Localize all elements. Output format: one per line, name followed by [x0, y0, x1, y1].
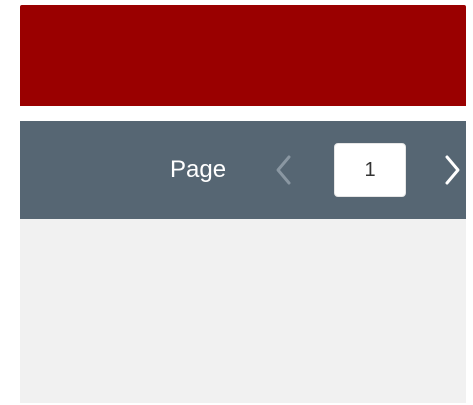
page-number-input[interactable]	[334, 143, 406, 197]
content-area	[20, 219, 466, 403]
chevron-left-icon	[276, 155, 291, 185]
chevron-right-icon	[445, 155, 460, 185]
next-page-button[interactable]	[438, 121, 466, 219]
previous-page-button[interactable]	[269, 121, 299, 219]
widget-frame: Page	[20, 5, 466, 403]
pagination-bar: Page	[20, 121, 466, 219]
top-banner	[20, 5, 466, 106]
page-label: Page	[170, 156, 227, 183]
